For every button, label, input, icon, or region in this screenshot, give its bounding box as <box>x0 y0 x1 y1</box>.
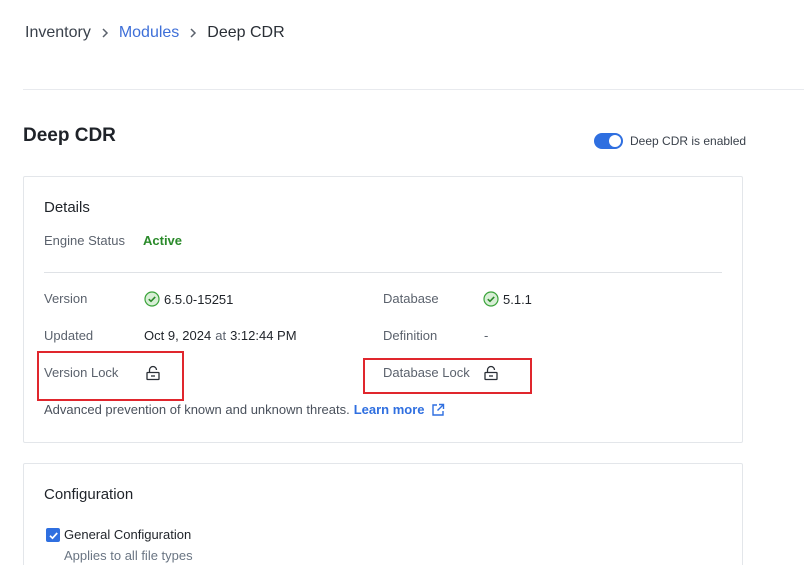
external-link-icon <box>431 403 444 416</box>
updated-time: 3:12:44 PM <box>230 328 297 343</box>
chevron-right-icon <box>91 28 119 38</box>
updated-date: Oct 9, 2024 <box>144 328 212 343</box>
database-lock-highlight <box>363 358 532 394</box>
version-lock-highlight <box>37 351 184 401</box>
version-label: Version <box>44 291 88 306</box>
toggle-label: Deep CDR is enabled <box>630 134 747 148</box>
toggle-switch[interactable] <box>594 133 623 149</box>
toggle-knob <box>609 135 621 147</box>
chevron-right-icon <box>179 28 207 38</box>
details-title: Details <box>44 199 90 216</box>
learn-more-label: Learn more <box>353 402 425 417</box>
module-description: Advanced prevention of known and unknown… <box>44 402 445 417</box>
page-title: Deep CDR <box>23 125 116 146</box>
header-divider <box>23 89 804 90</box>
updated-value: Oct 9, 2024 at 3:12:44 PM <box>144 328 297 343</box>
checkbox-icon <box>48 531 58 539</box>
description-text: Advanced prevention of known and unknown… <box>44 402 350 417</box>
breadcrumb-inventory[interactable]: Inventory <box>25 24 91 42</box>
updated-at: at <box>215 328 227 343</box>
details-card: Details Engine Status Active Version 6.5… <box>23 176 743 443</box>
definition-value: - <box>484 328 489 343</box>
database-number: 5.1.1 <box>503 291 532 307</box>
check-circle-icon <box>483 291 499 307</box>
updated-label: Updated <box>44 328 94 343</box>
definition-label: Definition <box>383 328 438 343</box>
enable-toggle[interactable]: Deep CDR is enabled <box>594 133 746 149</box>
general-config-checkbox[interactable] <box>46 528 60 542</box>
check-circle-icon <box>144 291 160 307</box>
database-value: 5.1.1 <box>483 291 532 307</box>
database-label: Database <box>383 291 439 306</box>
general-config-label[interactable]: General Configuration <box>64 527 191 542</box>
breadcrumb-current: Deep CDR <box>207 24 285 41</box>
engine-status-value: Active <box>143 233 183 248</box>
engine-status-label: Engine Status <box>44 233 125 248</box>
details-divider <box>44 272 722 273</box>
general-config-sub: Applies to all file types <box>64 548 193 563</box>
breadcrumb: Inventory Modules Deep CDR <box>25 24 285 42</box>
configuration-card: Configuration General Configuration Appl… <box>23 463 743 565</box>
configuration-title: Configuration <box>44 486 134 503</box>
breadcrumb-modules[interactable]: Modules <box>119 24 179 42</box>
version-value: 6.5.0-15251 <box>144 291 233 307</box>
learn-more-link[interactable]: Learn more <box>354 402 445 417</box>
version-number: 6.5.0-15251 <box>164 291 234 307</box>
